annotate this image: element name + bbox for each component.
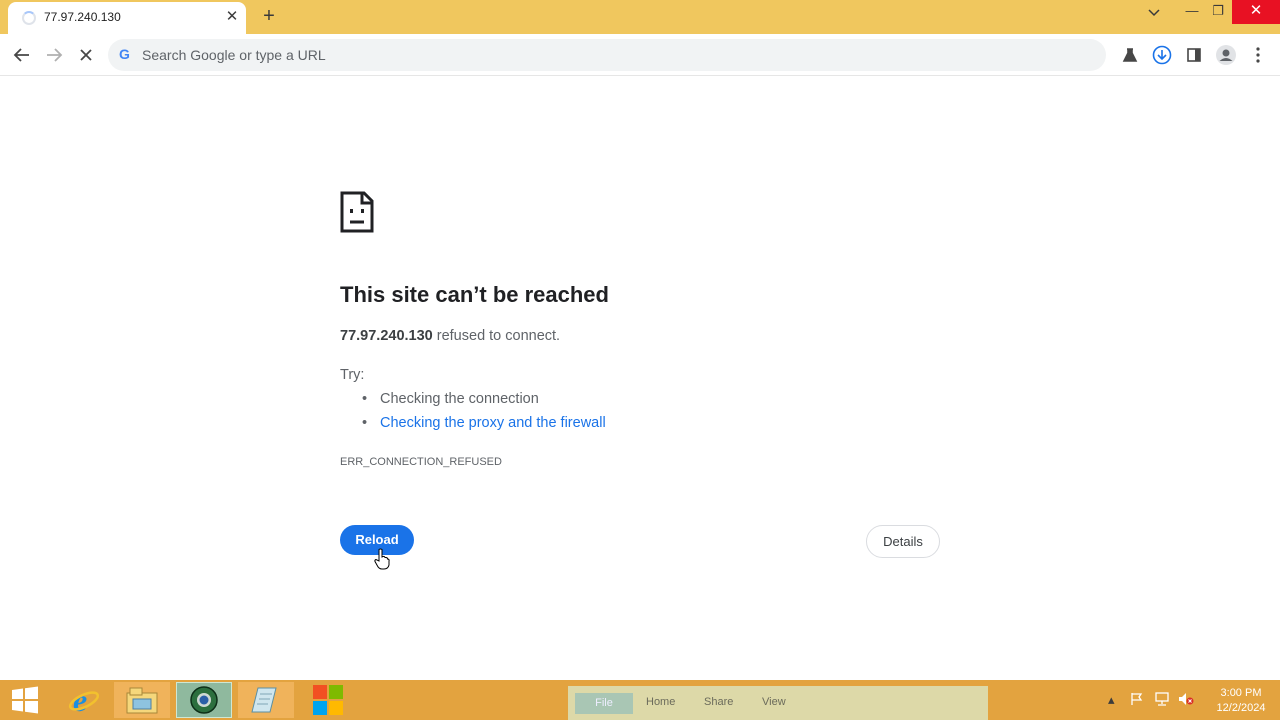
error-code: ERR_CONNECTION_REFUSED [340, 456, 502, 468]
close-window-button[interactable]: ✕ [1232, 0, 1280, 24]
clock-date: 12/2/2024 [1216, 702, 1266, 714]
file-explorer-icon [126, 687, 158, 714]
windows-logo-icon [12, 686, 38, 714]
network-icon[interactable] [1154, 692, 1170, 709]
google-g-icon: G [119, 46, 130, 62]
internet-explorer-icon: e [68, 682, 100, 718]
new-tab-button[interactable]: + [256, 4, 282, 30]
chrome-taskbar-button[interactable] [176, 682, 232, 718]
stop-loading-icon[interactable] [73, 42, 99, 68]
details-label: Details [883, 534, 923, 549]
notepad-taskbar-button[interactable] [238, 682, 294, 718]
restore-button[interactable]: ❐ [1202, 0, 1234, 24]
tab-search-chevron-icon[interactable] [1138, 0, 1170, 24]
url-input[interactable] [142, 45, 1042, 65]
suggestion-item: Checking the connection [362, 391, 606, 415]
action-center-flag-icon[interactable] [1130, 692, 1144, 709]
browser-toolbar: G [0, 34, 1280, 76]
ribbon-tab-share[interactable]: Share [704, 696, 733, 708]
download-icon[interactable] [1149, 42, 1175, 68]
taskbar-clock[interactable]: 3:00 PM 12/2/2024 [1206, 686, 1276, 716]
error-message-suffix: refused to connect. [432, 328, 561, 344]
error-heading: This site can’t be reached [340, 282, 609, 307]
explorer-ribbon-preview: File Home Share View [568, 686, 988, 720]
store-taskbar-button[interactable] [300, 682, 356, 718]
back-arrow-icon[interactable] [9, 42, 35, 68]
address-bar[interactable]: G [108, 39, 1106, 71]
taskbar: e File Home Share View ▴ 3:00 PM 12/2/20… [0, 680, 1280, 720]
proxy-firewall-link[interactable]: Checking the proxy and the firewall [362, 415, 606, 439]
details-button[interactable]: Details [866, 525, 940, 558]
sad-document-icon [340, 191, 374, 233]
ribbon-tab-file[interactable]: File [575, 693, 633, 714]
show-hidden-icons-icon[interactable]: ▴ [1108, 692, 1115, 708]
tab-title: 77.97.240.130 [44, 10, 121, 24]
tab-close-icon[interactable]: ✕ [224, 7, 240, 27]
file-explorer-taskbar-button[interactable] [114, 682, 170, 718]
internet-explorer-taskbar-button[interactable]: e [56, 682, 112, 718]
microsoft-store-icon [313, 685, 343, 715]
ribbon-tab-view[interactable]: View [762, 696, 786, 708]
browser-tab[interactable]: 77.97.240.130 ✕ [8, 2, 246, 34]
forward-arrow-icon[interactable] [41, 42, 67, 68]
hand-cursor-icon [374, 548, 390, 570]
title-bar: 77.97.240.130 ✕ + — ❐ ✕ [0, 0, 1280, 34]
extension-icon[interactable] [1117, 42, 1143, 68]
menu-icon[interactable] [1245, 42, 1271, 68]
try-label: Try: [340, 367, 365, 383]
suggestions-list: Checking the connection Checking the pro… [362, 391, 606, 439]
notepad-icon [251, 687, 277, 713]
profile-icon[interactable] [1213, 42, 1239, 68]
volume-muted-icon[interactable] [1178, 692, 1194, 709]
clock-time: 3:00 PM [1220, 687, 1262, 699]
chrome-icon [190, 686, 218, 714]
ribbon-tab-home[interactable]: Home [646, 696, 675, 708]
loading-spinner-icon [22, 11, 36, 25]
error-message: 77.97.240.130 refused to connect. [340, 328, 560, 344]
side-panel-icon[interactable] [1181, 42, 1207, 68]
page-content: This site can’t be reached 77.97.240.130… [0, 77, 1280, 680]
start-button[interactable] [0, 682, 50, 718]
error-host: 77.97.240.130 [340, 328, 433, 344]
